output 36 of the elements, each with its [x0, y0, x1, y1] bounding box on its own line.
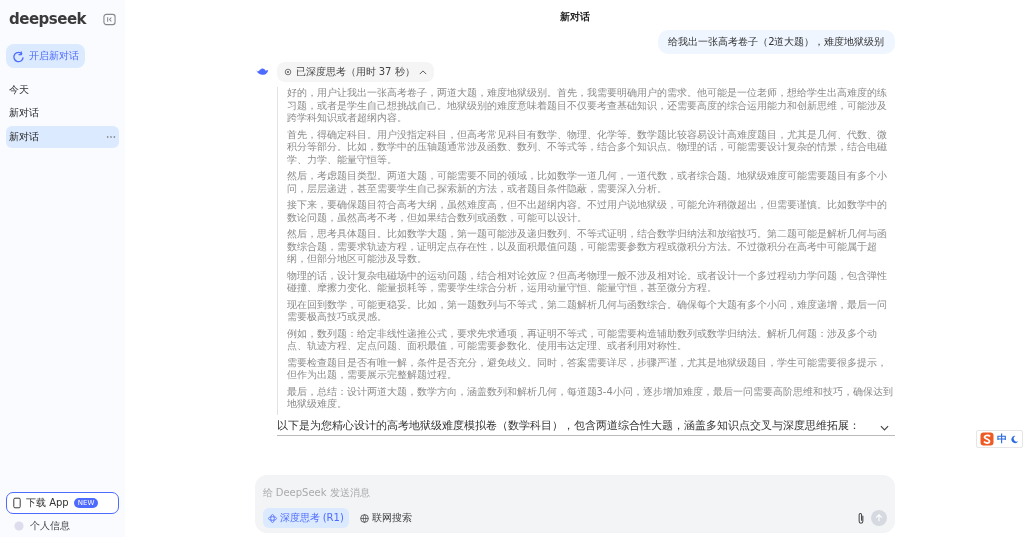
- user-message: 给我出一张高考卷子（2道大题），难度地狱级别: [658, 30, 895, 54]
- answer-text: 以下是为您精心设计的高考地狱级难度模拟卷（数学科目），包含两道综合性大题，涵盖多知识点交叉与深度思维拓展：: [276, 417, 861, 432]
- thinking-paragraph: 然后，思考具体题目。比如数学大题，第一题可能涉及递归数列、不等式证明，结合数学归纳法和放缩技巧。第二题可能是解析几何与函数综合题，需要求轨迹方程，证明定点存在性，以及面积最值问题，可能需要参数方程或微积分方法。不过微积分在高考中可能属于超纲，但部分地区可能涉及导数。: [286, 228, 888, 266]
- input-mode-label[interactable]: 中: [997, 432, 1007, 446]
- thinking-paragraph: 然后，考虑题目类型。两道大题，可能需要不同的领域，比如数学一道几何，一道代数，或者综合题。地狱级难度可能需要题目有多个小问，层层递进，甚至需要学生自己探索新的方法，或者题目条件隐蔽，需要深入分析。: [286, 170, 888, 195]
- section-label: 今天: [8, 83, 30, 97]
- moon-icon[interactable]: [1010, 434, 1019, 444]
- input-method-logo-icon[interactable]: [980, 432, 994, 446]
- thinking-paragraph: 例如，数列题：给定非线性递推公式，要求先求通项，再证明不等式，可能需要构造辅助数列或数学归纳法。解析几何题：涉及多个动点、轨迹方程、定点问题、面积最值，可能需要参数化、使用韦达定理、或者利用对称性。: [286, 327, 878, 353]
- thinking-paragraph: 最后，总结：设计两道大题，数学方向，涵盖数列和解析几何，每道题3-4小问，逐步增加难度，最后一问需要高阶思维和技巧，确保达到地狱级难度。: [286, 385, 894, 411]
- globe-icon: [359, 513, 369, 523]
- thinking-toggle[interactable]: 已深度思考（用时 37 秒）: [276, 62, 434, 82]
- profile-link[interactable]: 个人信息: [30, 519, 70, 533]
- message-input-field[interactable]: 给 DeepSeek 发送消息 深度思考 (R1) 联网搜索: [254, 475, 895, 533]
- more-icon[interactable]: [106, 135, 116, 139]
- logo-text: deepseek: [9, 10, 87, 28]
- sidebar-toggle-icon[interactable]: [103, 12, 116, 26]
- thinking-paragraph: 首先，得确定科目。用户没指定科目，但高考常见科目有数学、物理、化学等。数学题比较容易设计高难度题目，尤其是几何、代数、微积分等部分。比如，数学中的压轴题通常涉及函数、数列、不等式等，结合多个知识点。物理的话，可能需要设计复杂的情景，结合电磁学、力学、能量守恒等。: [286, 128, 888, 166]
- web-search-toggle[interactable]: 联网搜索: [354, 508, 417, 528]
- avatar-icon: [14, 521, 24, 531]
- deep-think-toggle[interactable]: 深度思考 (R1): [262, 508, 349, 528]
- thinking-paragraph: 物理的话，设计复杂电磁场中的运动问题，结合相对论效应？但高考物理一般不涉及相对论。或者设计一个多过程动力学问题，包含弹性碰撞、摩擦力变化、能量损耗等，需要学生综合分析，运用动量守恒、能量守恒，甚至微分方程。: [286, 269, 888, 295]
- thinking-paragraph: 接下来，要确保题目符合高考大纲，虽然难度高，但不出超纲内容。不过用户说地狱级，可能允许稍微超出，但需要谨慎。比如数学中的数论问题，虽然高考不考，但如果结合数列或函数，可能可以设计。: [286, 199, 888, 224]
- thinking-paragraph: 好的，用户让我出一张高考卷子，两道大题，难度地狱级别。首先，我需要明确用户的需求。他可能是一位老师，想给学生出高难度的练习题，或者是学生自己想挑战自己。地狱级别的难度意味着题目不仅要考查基础知识，还需要高度的综合运用能力和创新思维，可能涉及跨学科知识或者超纲内容。: [286, 87, 888, 125]
- chat-title: 新对话: [559, 10, 590, 24]
- paperclip-icon[interactable]: [856, 511, 865, 525]
- chat-item[interactable]: 新对话: [6, 102, 119, 124]
- arrow-up-icon: [874, 514, 883, 522]
- new-chat-icon: [12, 49, 25, 63]
- chat-item[interactable]: 新对话: [6, 126, 119, 148]
- caret-icon: [418, 69, 427, 75]
- thinking-paragraph: 需要检查题目是否有唯一解，条件是否充分，避免歧义。同时，答案需要详尽，步骤严谨，尤其是地狱级题目，学生可能需要很多提示，但作为出题，需要展示完整解题过程。: [286, 356, 888, 382]
- thinking-paragraph: 现在回到数学，可能更稳妥。比如，第一题数列与不等式，第二题解析几何与函数综合。确保每个大题有多个小问，难度递增，最后一问需要极高技巧或灵感。: [286, 298, 888, 324]
- chevron-down-icon: [879, 424, 889, 431]
- phone-icon: [13, 497, 21, 509]
- new-chat-button[interactable]: 开启新对话: [6, 44, 85, 68]
